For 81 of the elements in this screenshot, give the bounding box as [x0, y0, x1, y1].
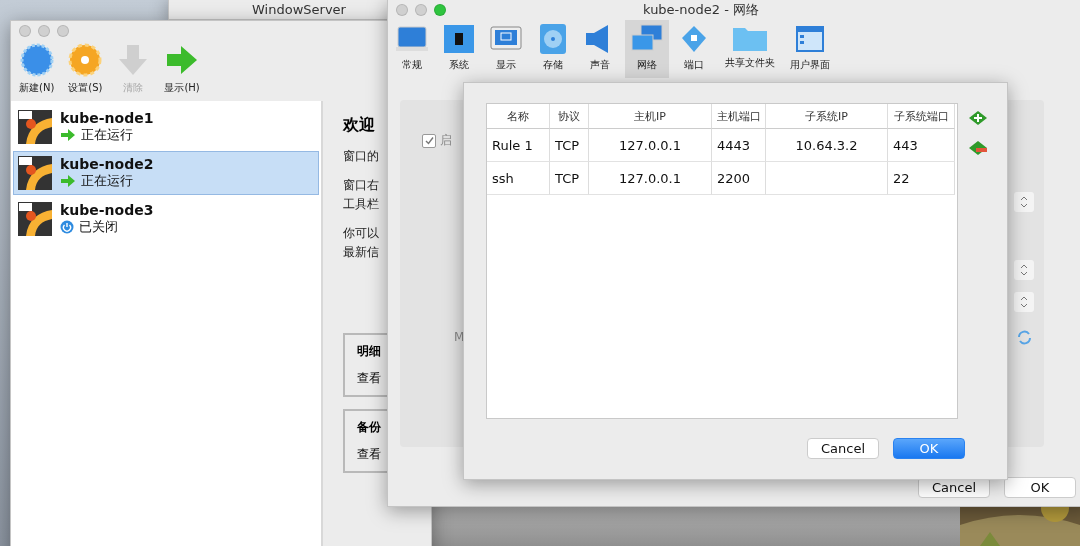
chevron-updown-icon [1020, 264, 1028, 276]
table-cell: TCP [550, 129, 589, 162]
dropdown-stepper[interactable] [1014, 192, 1034, 212]
welcome-heading: 欢迎 [343, 115, 376, 136]
dropdown-stepper[interactable] [1014, 260, 1034, 280]
table-cell: TCP [550, 162, 589, 195]
column-header[interactable]: 协议 [550, 104, 589, 129]
table-cell: Rule 1 [487, 129, 550, 162]
settings-icon [68, 43, 103, 77]
table-cell: ssh [487, 162, 550, 195]
monitor-icon [396, 24, 428, 54]
dropdown-stepper[interactable] [1014, 292, 1034, 312]
toolbar-button[interactable]: 设置(S) [68, 81, 103, 95]
window-icon [794, 24, 826, 54]
settings-tab[interactable]: 用户界面 [784, 20, 836, 78]
dialog-button[interactable]: Cancel [807, 438, 879, 459]
table-cell: 22 [888, 162, 955, 195]
settings-tab[interactable]: 系统 [437, 20, 481, 78]
toolbar-button[interactable]: 显示(H) [164, 81, 200, 95]
close-button[interactable] [19, 25, 31, 37]
settings-tab[interactable]: 共享文件夹 [719, 20, 781, 78]
running-arrow-icon [60, 174, 76, 188]
window-title: kube-node2 - 网络 [643, 1, 759, 19]
vm-item[interactable]: kube-node3 已关闭 [13, 197, 319, 241]
table-cell: 127.0.0.1 [589, 129, 712, 162]
settings-tab[interactable]: 显示 [484, 20, 528, 78]
settings-tab[interactable]: 网络 [625, 20, 669, 78]
welcome-text: 你可以 [343, 225, 380, 242]
settings-tab[interactable]: 端口 [672, 20, 716, 78]
welcome-text: 工具栏 [343, 196, 380, 213]
chevron-updown-icon [1020, 196, 1028, 208]
window-title: WindowServer [252, 1, 346, 17]
table-cell: 443 [888, 129, 955, 162]
vm-item[interactable]: kube-node1 正在运行 [13, 105, 319, 149]
vm-item[interactable]: kube-node2 正在运行 [13, 151, 319, 195]
settings-tab[interactable]: 声音 [578, 20, 622, 78]
minimize-button[interactable] [38, 25, 50, 37]
settings-tab[interactable]: 常规 [390, 20, 434, 78]
add-rule-button[interactable] [968, 109, 988, 127]
column-header[interactable]: 名称 [487, 104, 550, 129]
vm-name: kube-node1 [60, 110, 154, 126]
column-header[interactable]: 子系统IP [766, 104, 888, 129]
close-button[interactable] [396, 4, 408, 16]
chip-icon [443, 24, 475, 54]
welcome-text: 窗口右 [343, 177, 380, 194]
starburst-icon [19, 43, 54, 77]
toolbar-button[interactable]: 新建(N) [19, 81, 55, 95]
card-text: 查看 [357, 370, 382, 387]
vm-icon [18, 202, 52, 236]
zoom-button[interactable] [57, 25, 69, 37]
table-cell: 2200 [712, 162, 766, 195]
table-cell: 127.0.0.1 [589, 162, 712, 195]
column-header[interactable]: 主机端口 [712, 104, 766, 129]
column-header[interactable]: 主机IP [589, 104, 712, 129]
table-cell: 4443 [712, 129, 766, 162]
checkbox-label: 启 [440, 132, 452, 149]
vm-name: kube-node2 [60, 156, 154, 172]
card-text: 查看 [357, 446, 382, 463]
field-label: M [454, 330, 465, 344]
remove-rule-button[interactable] [968, 139, 988, 157]
vm-status: 正在运行 [81, 126, 133, 144]
column-header[interactable]: 子系统端口 [888, 104, 955, 129]
card-title: 备份 [357, 419, 382, 436]
vm-status: 已关闭 [79, 218, 118, 236]
table-cell: 10.64.3.2 [766, 129, 888, 162]
zoom-button[interactable] [434, 4, 446, 16]
settings-tab[interactable]: 存储 [531, 20, 575, 78]
chevron-updown-icon [1020, 296, 1028, 308]
vm-icon [18, 156, 52, 190]
welcome-text: 最新信 [343, 244, 380, 261]
vm-name: kube-node3 [60, 202, 154, 218]
power-icon [60, 220, 74, 234]
card-title: 明细 [357, 343, 382, 360]
vm-status: 正在运行 [81, 172, 133, 190]
refresh-icon[interactable] [1017, 330, 1032, 345]
checkbox[interactable] [422, 133, 436, 148]
dialog-button[interactable]: OK [1004, 477, 1076, 498]
running-arrow-icon [60, 128, 76, 142]
minimize-button[interactable] [415, 4, 427, 16]
vm-icon [18, 110, 52, 144]
welcome-text: 窗口的 [343, 148, 380, 165]
